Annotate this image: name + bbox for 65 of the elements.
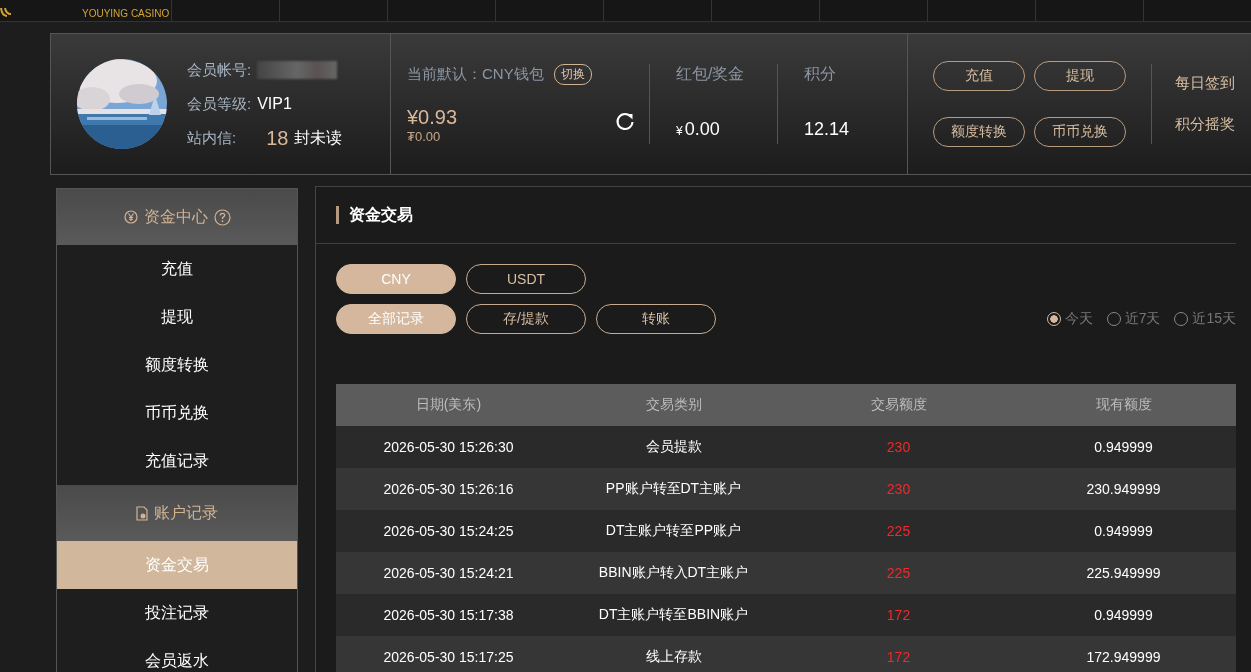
table-cell: 0.949999 <box>1011 510 1236 552</box>
table-cell: 225 <box>786 552 1011 594</box>
section-title: 账户记录 <box>154 502 218 523</box>
refresh-icon[interactable] <box>615 112 635 132</box>
sidebar-item[interactable]: 充值记录 <box>57 437 297 485</box>
table-cell: 172 <box>786 594 1011 636</box>
table-cell: 2026-05-30 15:24:21 <box>336 552 561 594</box>
table-cell: DT主账户转至BBIN账户 <box>561 594 786 636</box>
sidebar-item[interactable]: 币币兑换 <box>57 389 297 437</box>
yen-icon <box>123 210 138 224</box>
points-label: 积分 <box>804 64 837 84</box>
sidebar-item[interactable]: 投注记录 <box>57 589 297 637</box>
table-cell: 会员提款 <box>561 426 786 468</box>
points-amount: 12.14 <box>804 119 850 139</box>
bonus-link[interactable]: 每日签到 <box>1175 74 1235 93</box>
column-header: 现有额度 <box>1011 384 1236 426</box>
radio-label: 近7天 <box>1124 310 1161 328</box>
table-cell: 172 <box>786 636 1011 672</box>
table-cell: 230 <box>786 468 1011 510</box>
table-cell: 0.949999 <box>1011 594 1236 636</box>
level-label: 会员等级: <box>187 94 252 114</box>
account-label: 会员帐号: <box>187 60 252 80</box>
bonus-link[interactable]: 积分摇奖 <box>1175 115 1235 134</box>
wallet-balance: ¥0.93 <box>407 106 458 129</box>
table-cell: 线上存款 <box>561 636 786 672</box>
table-cell: 172.949999 <box>1011 636 1236 672</box>
column-header: 交易类别 <box>561 384 786 426</box>
table-cell: 2026-05-30 15:26:30 <box>336 426 561 468</box>
column-header: 日期(美东) <box>336 384 561 426</box>
section-title: 资金中心 <box>143 206 208 227</box>
table-cell: 230.949999 <box>1011 468 1236 510</box>
sidebar-item[interactable]: 额度转换 <box>57 341 297 389</box>
radio-label: 今天 <box>1064 310 1093 328</box>
radio-label: 近15天 <box>1192 310 1236 328</box>
unread-count[interactable]: 18 <box>266 126 289 150</box>
table-cell: DT主账户转至PP账户 <box>561 510 786 552</box>
table-cell: 2026-05-30 15:26:16 <box>336 468 561 510</box>
table-cell: 0.949999 <box>1011 426 1236 468</box>
radio-button[interactable] <box>1046 312 1061 326</box>
sidebar-item[interactable]: 提现 <box>57 293 297 341</box>
table-cell: 230 <box>786 426 1011 468</box>
table-cell: BBIN账户转入DT主账户 <box>561 552 786 594</box>
unread-label[interactable]: 封未读 <box>294 127 343 149</box>
table-cell: 225 <box>786 510 1011 552</box>
bonus-label: 红包/奖金 <box>676 64 746 84</box>
table-cell: PP账户转至DT主账户 <box>561 468 786 510</box>
member-level: VIP1 <box>257 95 292 113</box>
sidebar-item[interactable]: 会员返水 <box>57 637 297 672</box>
brand-name[interactable]: YOUYING CASINO <box>82 8 170 19</box>
currency-sign: ¥ <box>676 124 683 138</box>
help-icon[interactable] <box>213 208 231 226</box>
table-cell: 2026-05-30 15:24:25 <box>336 510 561 552</box>
table-cell: 225.949999 <box>1011 552 1236 594</box>
sidebar-item[interactable]: 充值 <box>57 245 297 293</box>
wallet-label: 当前默认：CNY钱包 <box>407 65 544 84</box>
document-icon <box>136 505 148 521</box>
switch-button[interactable]: 切换 <box>553 64 592 85</box>
table-cell: 2026-05-30 15:17:38 <box>336 594 561 636</box>
usdt-balance: ₮0.00 <box>407 129 442 144</box>
mail-label: 站内信: <box>187 128 237 148</box>
logo-icon[interactable] <box>0 8 14 18</box>
column-header: 交易额度 <box>786 384 1011 426</box>
panel-title: 资金交易 <box>336 206 413 224</box>
bonus-amount: 0.00 <box>684 119 720 139</box>
table-cell: 2026-05-30 15:17:25 <box>336 636 561 672</box>
